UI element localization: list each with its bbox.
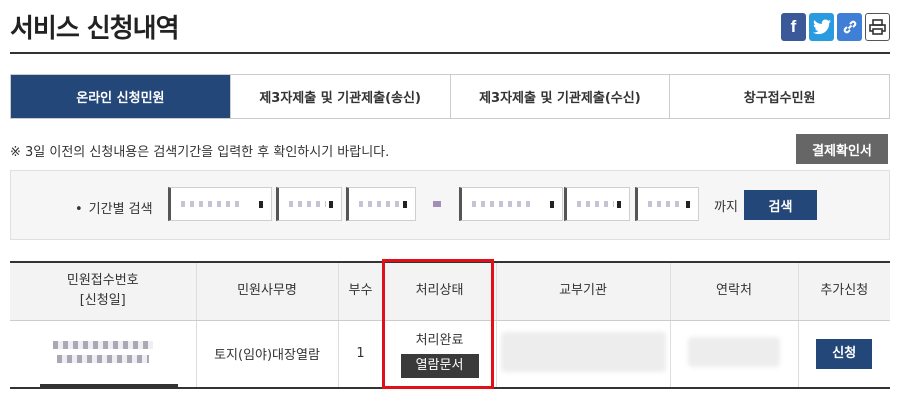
chevron-down-icon — [329, 201, 333, 208]
tab-online-application[interactable]: 온라인 신청민원 — [11, 75, 230, 118]
status-cell: 처리완료 열람문서 — [382, 320, 496, 389]
title-divider — [10, 52, 890, 54]
tab-third-party-sent[interactable]: 제3자제출 및 기관제출(송신) — [229, 75, 450, 118]
col-receipt-number-label: 민원접수번호 — [66, 273, 139, 289]
twitter-icon[interactable] — [809, 13, 834, 41]
copies-cell: 1 — [337, 320, 383, 389]
apply-cell: 신청 — [797, 320, 890, 389]
range-separator — [433, 201, 441, 207]
search-label: • 기간별 검색 — [75, 198, 153, 217]
page-title: 서비스 신청내역 — [10, 14, 179, 44]
chevron-down-icon — [617, 201, 621, 208]
start-year-select[interactable] — [168, 187, 272, 221]
end-month-select[interactable] — [564, 187, 630, 221]
bullet-icon: • — [75, 202, 83, 217]
end-day-select[interactable] — [635, 187, 699, 221]
print-icon[interactable] — [865, 13, 890, 41]
application-table: 민원접수번호 [신청일] 민원사무명 부수 처리상태 교부기관 연락처 추가신청 … — [10, 261, 890, 389]
contact-cell — [669, 320, 798, 389]
view-document-button[interactable]: 열람문서 — [400, 354, 479, 379]
search-label-text: 기간별 검색 — [88, 202, 153, 217]
col-issuing-agency: 교부기관 — [495, 261, 670, 321]
status-text: 처리완료 — [415, 333, 464, 349]
notice-text: ※ 3일 이전의 신청내용은 검색기간을 입력한 후 확인하시기 바랍니다. — [10, 145, 390, 160]
col-affair-name: 민원사무명 — [195, 261, 338, 321]
col-status: 처리상태 — [382, 261, 496, 321]
tab-third-party-received[interactable]: 제3자제출 및 기관제출(수신) — [449, 75, 670, 118]
col-application-date-label: [신청일] — [79, 293, 126, 309]
tab-counter-application[interactable]: 창구접수민원 — [669, 75, 889, 118]
col-copies: 부수 — [337, 261, 383, 321]
chevron-down-icon — [686, 201, 690, 208]
share-bar: f — [781, 13, 890, 41]
affair-name-cell: 토지(임야)대장열람 — [195, 320, 338, 389]
end-year-select[interactable] — [459, 187, 563, 221]
tab-bar: 온라인 신청민원 제3자제출 및 기관제출(송신) 제3자제출 및 기관제출(수… — [10, 74, 890, 119]
start-day-select[interactable] — [346, 187, 416, 221]
col-receipt-number: 민원접수번호 [신청일] — [10, 261, 196, 321]
facebook-icon[interactable]: f — [781, 13, 806, 41]
redacted-receipt-number — [48, 335, 158, 369]
chevron-down-icon — [550, 201, 554, 208]
col-contact: 연락처 — [669, 261, 798, 321]
col-additional-apply: 추가신청 — [797, 261, 890, 321]
issuing-agency-cell — [495, 320, 670, 389]
receipt-number-cell[interactable] — [10, 320, 196, 389]
redacted-contact — [688, 336, 780, 367]
start-month-select[interactable] — [276, 187, 342, 221]
link-icon[interactable] — [837, 13, 862, 41]
chevron-down-icon — [259, 201, 263, 208]
search-panel: • 기간별 검색 까지 검색 — [10, 170, 890, 240]
search-button[interactable]: 검색 — [744, 190, 817, 220]
payment-confirmation-button[interactable]: 결제확인서 — [796, 134, 888, 164]
receipt-link-underline — [40, 384, 178, 387]
table-row: 토지(임야)대장열람 1 처리완료 열람문서 신청 — [10, 320, 890, 389]
chevron-down-icon — [403, 201, 407, 208]
apply-button[interactable]: 신청 — [816, 338, 873, 369]
until-label: 까지 — [714, 200, 738, 215]
redacted-agency — [500, 331, 666, 372]
table-header-row: 민원접수번호 [신청일] 민원사무명 부수 처리상태 교부기관 연락처 추가신청 — [10, 261, 890, 321]
